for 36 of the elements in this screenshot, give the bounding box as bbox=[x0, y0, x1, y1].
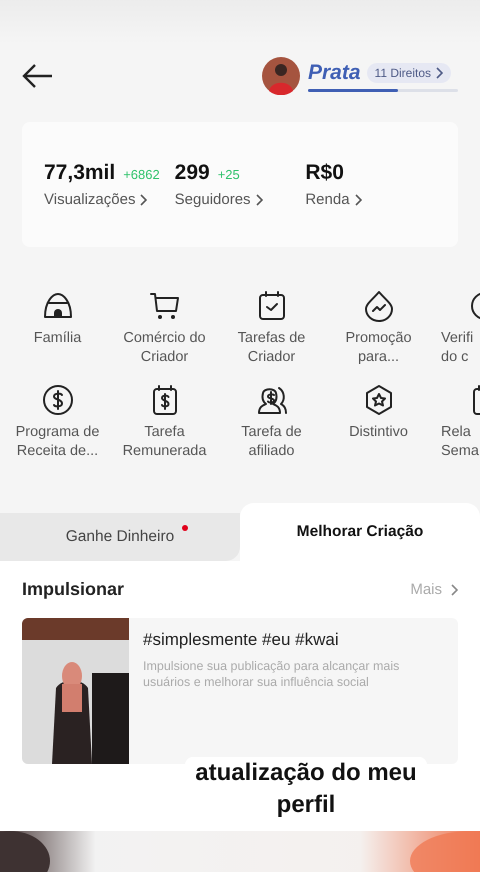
post-card[interactable]: #simplesmente #eu #kwai Impulsione sua publicação para alcançar mais usuários e melhorar sua influência social bbox=[22, 618, 458, 764]
tab[interactable]: Ganhe Dinheiro bbox=[0, 513, 240, 561]
stat-delta: +25 bbox=[218, 167, 240, 182]
chevron-icon bbox=[450, 584, 458, 596]
chevron-icon bbox=[435, 66, 443, 78]
stat-link[interactable]: Renda bbox=[305, 191, 436, 208]
stat-link[interactable]: Seguidores bbox=[174, 191, 306, 208]
tool-shortcut[interactable]: Tarefas de Criador bbox=[218, 289, 325, 367]
rights-button[interactable]: 11 Direitos bbox=[366, 62, 451, 82]
video-caption: perfil bbox=[276, 790, 336, 820]
tool-shortcut[interactable]: Tarefa Remunerada bbox=[111, 383, 218, 461]
dollar-icon bbox=[40, 383, 74, 417]
tool-shortcut[interactable]: Família bbox=[4, 289, 111, 367]
chevron-icon bbox=[354, 194, 362, 206]
rank-title: Prata bbox=[308, 60, 361, 84]
stat-value: R$0 bbox=[305, 161, 344, 185]
tool-shortcut[interactable]: Programa de Receita de... bbox=[4, 383, 111, 461]
tool-shortcut[interactable]: Rela Sema bbox=[432, 383, 480, 461]
stat-delta: +6862 bbox=[123, 167, 160, 182]
stat-link[interactable]: Visualizações bbox=[44, 191, 175, 208]
tool-shortcut[interactable]: Verifi do c bbox=[432, 289, 480, 367]
back-arrow-icon bbox=[22, 63, 54, 89]
tool-shortcut[interactable]: Comércio do Criador bbox=[111, 289, 218, 367]
back-button[interactable] bbox=[22, 63, 54, 89]
stat-value: 299 bbox=[174, 161, 210, 185]
post-description: Impulsione sua publicação para alcançar mais usuários e melhorar sua influência social bbox=[143, 658, 400, 690]
tool-shortcut[interactable]: Tarefa de afiliado bbox=[218, 383, 325, 461]
avatar bbox=[262, 57, 300, 95]
tab[interactable]: Melhorar Criação bbox=[240, 503, 480, 561]
section-title: Impulsionar bbox=[22, 579, 124, 600]
stat-value: 77,3mil bbox=[44, 161, 116, 185]
tool-shortcut[interactable]: Promoção para... bbox=[325, 289, 432, 367]
post-title: #simplesmente #eu #kwai bbox=[143, 630, 340, 650]
tool-shortcut[interactable]: Distintivo bbox=[325, 383, 432, 461]
chevron-icon bbox=[254, 194, 263, 206]
chevron-icon bbox=[139, 194, 148, 206]
